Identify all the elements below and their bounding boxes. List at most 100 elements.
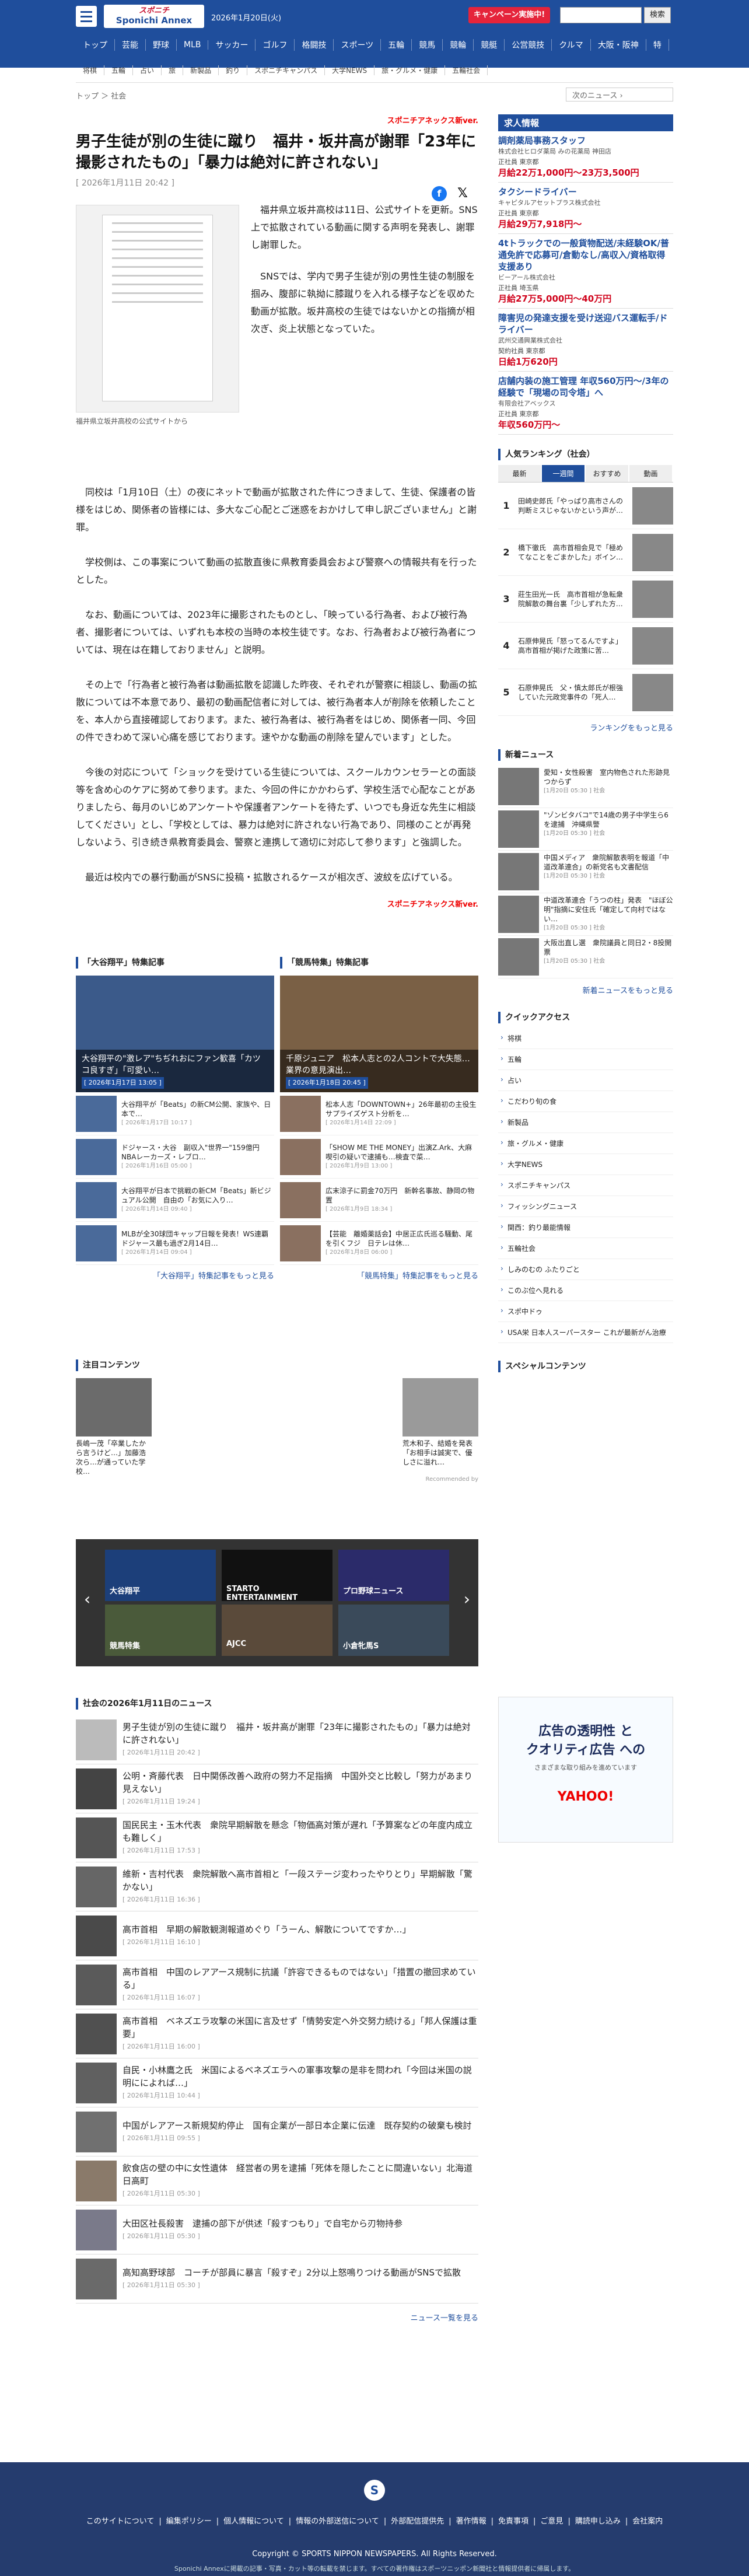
new-news-item[interactable]: 愛知・女性殺害 室内物色された形跡見つからず [1月20日 05:30 ] 社会 xyxy=(498,766,673,808)
menu-icon[interactable] xyxy=(76,6,97,27)
footer-link[interactable]: 外部配信提供先 xyxy=(391,2517,444,2526)
nav-item[interactable]: ゴルフ xyxy=(256,39,295,51)
footer-link[interactable]: 著作情報 xyxy=(456,2517,487,2526)
quick-access-item[interactable]: 五輪 xyxy=(498,1049,673,1070)
nav-item[interactable]: 大阪・阪神 xyxy=(591,39,646,51)
feature-item[interactable]: 松本人志「DOWNTOWN+」26年最初の主役生 サプライズゲスト分析を…[ 2… xyxy=(280,1092,484,1135)
carousel-prev-icon[interactable]: ‹ xyxy=(84,1589,90,1609)
job-item[interactable]: 調剤薬局事務スタッフ 株式会社ヒロダ薬局 みの花薬局 神田店 正社員 東京都 月給22… xyxy=(498,131,673,183)
feature-big-card[interactable]: 千原ジュニア 松本人志との2人コントで大失態…業界の意見演出… [ 2026年1月… xyxy=(280,976,478,1092)
facebook-share-icon[interactable]: f xyxy=(432,186,447,201)
tab-ranking[interactable]: おすすめ xyxy=(586,465,628,482)
job-item[interactable]: 店舗内装の施工管理 年収560万円〜/3年の経験で「現場の司令塔」へ 有限会社アベ… xyxy=(498,372,673,435)
quick-access-item[interactable]: フィッシングニュース xyxy=(498,1196,673,1217)
table-row[interactable]: 維新・吉村代表 衆院解散へ高市首相と「一段ステージ変わったやりとり」早期解散「驚… xyxy=(76,1862,478,1911)
quick-access-item[interactable]: スポニチキャンパス xyxy=(498,1175,673,1196)
subnav-item[interactable]: 占い xyxy=(133,65,162,75)
job-item[interactable]: 4tトラックでの一般貨物配送/未経験OK/普通免許で応募可/倉動なし/高収入/資… xyxy=(498,234,673,309)
ranking-item[interactable]: 3 莊生田光一氏 高市首相が急転衆院解散の舞台裏「少しずれた方… xyxy=(498,576,673,623)
footer-link[interactable]: このサイトについて xyxy=(86,2517,155,2526)
quick-access-item[interactable]: 関西：釣り最能情報 xyxy=(498,1217,673,1238)
quick-access-item[interactable]: 新製品 xyxy=(498,1112,673,1133)
ranking-item[interactable]: 1 田崎史郎氏「やっぱり高市さんの判断ミスじゃないかという声が… xyxy=(498,483,673,529)
feature-more-link[interactable]: 「競馬特集」特集記事をもっと見る xyxy=(280,1270,478,1281)
footer-link[interactable]: 免責事項 xyxy=(498,2517,528,2526)
nav-item[interactable]: クルマ xyxy=(552,39,591,51)
quick-access-item[interactable]: スポ中ドゥ xyxy=(498,1301,673,1322)
attention-card[interactable]: 荒木和子、結婚を発表「お相手は誠実で、優しさに溢れ… xyxy=(402,1378,478,1467)
table-row[interactable]: 高市首相 ベネズエラ攻撃の米国に言及せず「情勢安定へ外交努力続ける」「邦人保護は… xyxy=(76,2009,478,2058)
subnav-item[interactable]: 大学NEWS xyxy=(325,65,375,75)
table-row[interactable]: 男子生徒が別の生徒に蹴り 福井・坂井高が謝罪「23年に撮影されたもの」「暴力は絶… xyxy=(76,1715,478,1764)
feature-more-link[interactable]: 「大谷翔平」特集記事をもっと見る xyxy=(76,1270,274,1281)
nav-item[interactable]: 五輪 xyxy=(381,39,412,51)
feature-big-card[interactable]: 大谷翔平の"激レア"ちぢれおにファン歓喜「カツコ良すぎ」「可愛い… [ 2026年… xyxy=(76,976,274,1092)
table-row[interactable]: 飲食店の壁の中に女性遺体 経営者の男を逮捕「死体を隠したことに間違いない」北海道… xyxy=(76,2156,478,2205)
campaign-button[interactable]: キャンペーン実施中! xyxy=(468,7,550,23)
article-byline[interactable]: スポニチアネックス新ver. xyxy=(76,114,478,125)
table-row[interactable]: 国民民主・玉木代表 衆院早期解散を懸念「物価高対策が遅れ「予算案などの年度内成立… xyxy=(76,1813,478,1862)
feature-item[interactable]: 大谷翔平が「Beats」の新CM公開、家族や、日本で…[ 2026年1月17日 … xyxy=(76,1092,274,1135)
carousel-tile[interactable]: STARTO ENTERTAINMENT xyxy=(222,1550,332,1602)
article-photo[interactable] xyxy=(76,205,239,413)
nav-item[interactable]: 特 xyxy=(646,39,669,51)
subnav-item[interactable]: 旅・グルメ・健康 xyxy=(374,65,446,75)
subnav-item[interactable]: 旅 xyxy=(162,65,184,75)
quick-access-item[interactable]: 大学NEWS xyxy=(498,1154,673,1175)
quick-access-item[interactable]: こだわり旬の食 xyxy=(498,1091,673,1112)
table-row[interactable]: 高市首相 中国のレアアース規制に抗議「許容できるものではない」「措置の撤回求めて… xyxy=(76,1960,478,2009)
ranking-item[interactable]: 5 石原伸晃氏 父・慎太郎氏が根強していた元政党事件の「死人… xyxy=(498,669,673,716)
table-row[interactable]: 中国がレアアース新規契約停止 国有企業が一部日本企業に伝達 既存契約の破棄も検討… xyxy=(76,2107,478,2156)
footer-link[interactable]: ご意見 xyxy=(540,2517,563,2526)
carousel-tile[interactable]: 競馬特集 xyxy=(105,1605,216,1656)
site-logo[interactable]: スポニチ Sponichi Annex xyxy=(104,5,204,28)
ranking-item[interactable]: 2 橋下徹氏 高市首相会見で「極めてなことをごまかした」ボイン… xyxy=(498,529,673,576)
subnav-item[interactable]: 将棋 xyxy=(76,65,105,75)
nav-item[interactable]: スポーツ xyxy=(334,39,382,51)
footer-link[interactable]: 会社案内 xyxy=(632,2517,663,2526)
footer-link[interactable]: 購読申し込み xyxy=(575,2517,621,2526)
quick-access-item[interactable]: 旅・グルメ・健康 xyxy=(498,1133,673,1154)
next-news-button[interactable]: 次のニュース › xyxy=(566,88,673,102)
nav-item[interactable]: 競馬 xyxy=(412,39,443,51)
attention-card[interactable]: 長嶋一茂「卒業したから言うけど…」加藤浩次ら…が通っていた学校… xyxy=(76,1378,152,1476)
nav-item[interactable]: トップ xyxy=(76,39,115,51)
table-row[interactable]: 公明・斉藤代表 日中関係改善へ政府の努力不足指摘 中国外交と比較し「努力があまり… xyxy=(76,1764,478,1813)
new-news-item[interactable]: "ゾンビタバコ"で14歳の男子中学生ら6を逮捕 沖縄県警 [1月20日 05:30… xyxy=(498,808,673,851)
nav-item[interactable]: 競輪 xyxy=(443,39,474,51)
footer-link[interactable]: 情報の外部送信について xyxy=(296,2517,379,2526)
breadcrumb-top[interactable]: トップ xyxy=(76,92,99,101)
footer-link[interactable]: 個人情報について xyxy=(223,2517,284,2526)
carousel-tile[interactable]: 小倉牝馬S xyxy=(338,1605,449,1656)
subnav-item[interactable]: 五輪社会 xyxy=(445,65,488,75)
quick-access-item[interactable]: 占い xyxy=(498,1070,673,1091)
subnav-item[interactable]: 五輪 xyxy=(104,65,134,75)
quick-access-item[interactable]: しみのむの ふたりごと xyxy=(498,1259,673,1280)
carousel-tile[interactable]: プロ野球ニュース xyxy=(338,1550,449,1601)
nav-item[interactable]: 野球 xyxy=(146,39,177,51)
carousel-tile[interactable]: 大谷翔平 xyxy=(105,1550,216,1601)
ranking-item[interactable]: 4 石原伸晃氏「怒ってるんですよ」 高市首相が掲げた政策に苦… xyxy=(498,623,673,669)
footer-link[interactable]: 編集ポリシー xyxy=(166,2517,212,2526)
nav-item[interactable]: サッカー xyxy=(208,39,256,51)
breadcrumb-society[interactable]: 社会 xyxy=(111,92,126,101)
feature-item[interactable]: 「SHOW ME THE MONEY」出演Z.Ark、大麻喫引の疑いで逮捕も…検… xyxy=(280,1135,478,1179)
nav-item[interactable]: 公営競技 xyxy=(505,39,552,51)
table-row[interactable]: 高市首相 早期の解散観測報道めぐり「うーん、解散についてですか…」 [ 2026年… xyxy=(76,1911,478,1960)
quick-access-item[interactable]: 将棋 xyxy=(498,1028,673,1049)
search-button[interactable]: 検索 xyxy=(644,7,671,23)
article-footer-byline[interactable]: スポニチアネックス新ver. xyxy=(76,898,478,909)
table-row[interactable]: 自民・小林鷹之氏 米国によるベネズエラへの軍事攻撃の是非を問われ「今回は米国の説… xyxy=(76,2058,478,2107)
subnav-item[interactable]: 釣り xyxy=(219,65,248,75)
x-share-icon[interactable]: 𝕏 xyxy=(455,186,470,201)
nav-item[interactable]: MLB xyxy=(177,40,209,50)
new-news-item[interactable]: 中道改革連合「うつの柱」発表 "ほぼ公明"指摘に安住氏「確定して向村ではない… [… xyxy=(498,893,673,936)
feature-item[interactable]: ドジャース・大谷 副収入"世界一"159億円 NBAレーカーズ・レブロ…[ 20… xyxy=(76,1135,274,1179)
tab-ranking[interactable]: 動画 xyxy=(629,465,672,482)
new-news-more-link[interactable]: 新着ニュースをもっと見る xyxy=(498,984,673,995)
feature-item[interactable]: 大谷翔平が日本で挑戦の新CM「Beats」新ビジュアル公開 自由の「お気に入り…… xyxy=(76,1179,274,1222)
ranking-more-link[interactable]: ランキングをもっと見る xyxy=(498,722,673,733)
job-item[interactable]: 障害児の発達支援を受け送迎バス運転手/ドライバー 武州交通興業株式会社 契約社員 東… xyxy=(498,309,673,372)
search-input[interactable] xyxy=(560,7,642,23)
subnav-item[interactable]: 新製品 xyxy=(183,65,219,75)
